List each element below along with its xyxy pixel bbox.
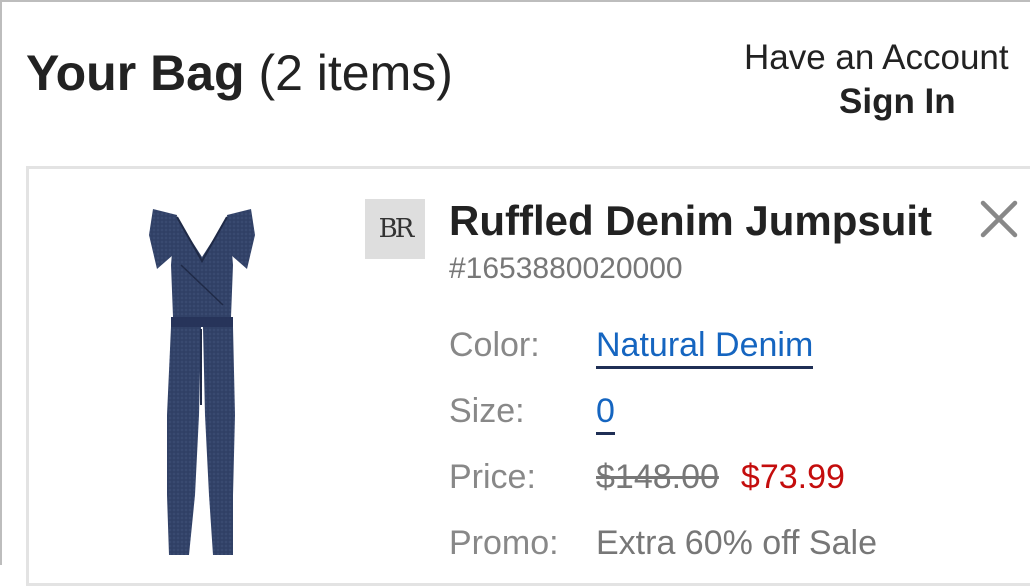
jumpsuit-image[interactable] [137, 205, 267, 565]
brand-logo: BR [365, 199, 425, 259]
size-link[interactable]: 0 [596, 392, 615, 435]
window-border-top [0, 0, 1030, 2]
sale-price: $73.99 [740, 458, 845, 496]
color-link[interactable]: Natural Denim [596, 326, 814, 369]
window-border-left [0, 0, 2, 565]
bag-item-card: BR Ruffled Denim Jumpsuit #1653880020000… [26, 166, 1030, 586]
bag-title-label: Your Bag [26, 45, 245, 101]
account-prompt: Have an Account [744, 38, 1009, 77]
close-icon[interactable] [977, 197, 1021, 241]
original-price: $148.00 [596, 458, 719, 496]
size-label: Size: [449, 392, 525, 430]
price-label: Price: [449, 458, 536, 496]
account-section: Have an Account Sign In [744, 38, 1009, 122]
product-sku: #1653880020000 [449, 252, 683, 285]
sign-in-link[interactable]: Sign In [839, 82, 1009, 122]
promo-label: Promo: [449, 524, 559, 562]
product-name[interactable]: Ruffled Denim Jumpsuit [449, 195, 932, 247]
promo-value: Extra 60% off Sale [596, 524, 877, 562]
bag-item-count: (2 items) [258, 45, 453, 101]
color-label: Color: [449, 326, 540, 364]
page-title: Your Bag (2 items) [26, 42, 453, 104]
